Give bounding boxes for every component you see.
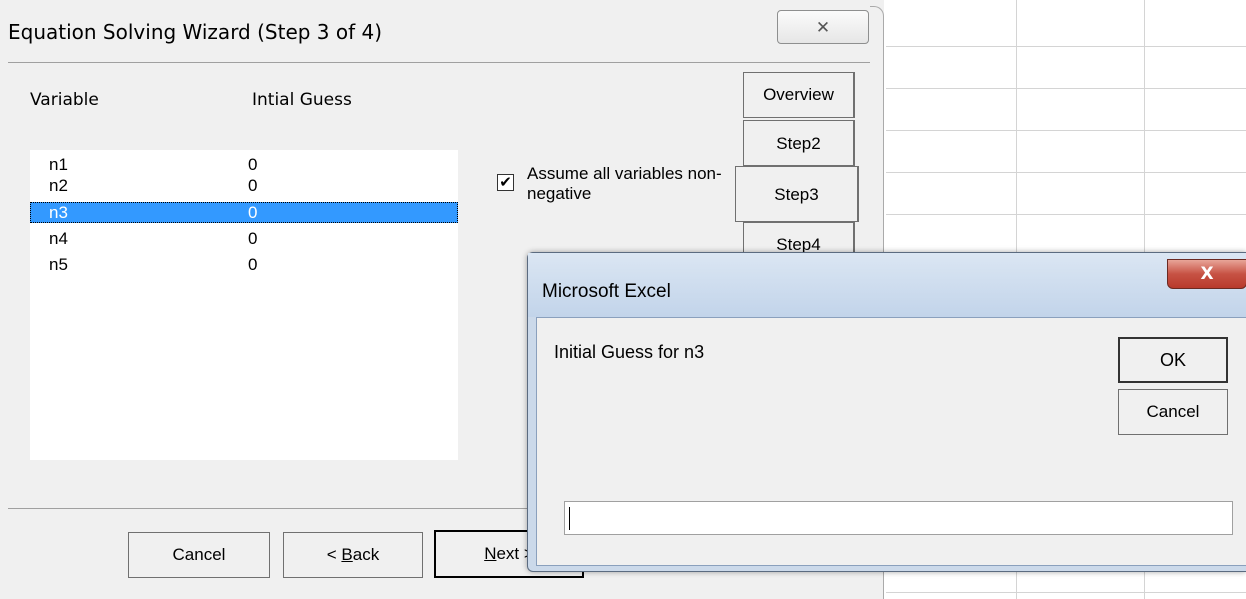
close-icon[interactable]: X xyxy=(1167,259,1246,289)
variable-name: n5 xyxy=(49,255,68,274)
tab-overview[interactable]: Overview xyxy=(743,72,855,118)
inputbox-titlebar[interactable]: Microsoft Excel xyxy=(528,253,1246,317)
variable-name: n4 xyxy=(49,229,68,248)
tab-step3[interactable]: Step3 xyxy=(735,166,859,222)
initial-guess-value: 0 xyxy=(248,229,258,248)
cancel-button[interactable]: Cancel xyxy=(128,532,270,578)
initial-guess-input[interactable] xyxy=(564,501,1233,535)
back-label-prefix: < xyxy=(326,545,342,564)
variable-name: n2 xyxy=(49,176,68,195)
excel-inputbox-dialog: Microsoft Excel X Initial Guess for n3 O… xyxy=(527,252,1246,572)
list-item[interactable]: n2 0 xyxy=(30,175,458,196)
non-negative-checkbox-label: Assume all variables non-negative xyxy=(527,164,722,203)
list-item[interactable]: n1 0 xyxy=(30,154,458,175)
back-label-hotkey: B xyxy=(341,545,353,564)
variable-list[interactable]: n1 0 n2 0 n3 0 n4 0 n5 0 xyxy=(30,150,458,460)
wizard-titlebar[interactable]: Equation Solving Wizard (Step 3 of 4) xyxy=(0,0,884,62)
next-label-hotkey: N xyxy=(484,544,497,563)
initial-guess-value: 0 xyxy=(248,176,258,195)
list-item[interactable]: n4 0 xyxy=(30,228,458,249)
inputbox-prompt: Initial Guess for n3 xyxy=(554,342,705,362)
column-header-initial-guess: Intial Guess xyxy=(252,90,352,110)
text-caret xyxy=(569,507,570,530)
tab-step2[interactable]: Step2 xyxy=(743,120,855,166)
list-item[interactable]: n5 0 xyxy=(30,254,458,275)
close-icon[interactable]: ✕ xyxy=(777,10,869,44)
wizard-title: Equation Solving Wizard (Step 3 of 4) xyxy=(8,20,383,44)
back-button[interactable]: < Back xyxy=(283,532,423,578)
initial-guess-value: 0 xyxy=(248,155,258,174)
ok-button[interactable]: OK xyxy=(1118,337,1228,383)
inputbox-title: Microsoft Excel xyxy=(542,281,671,302)
variable-name: n3 xyxy=(49,203,68,222)
non-negative-checkbox[interactable]: ✔ xyxy=(497,174,514,191)
initial-guess-value: 0 xyxy=(248,203,258,222)
cancel-button[interactable]: Cancel xyxy=(1118,389,1228,435)
list-item-selected[interactable]: n3 0 xyxy=(30,202,458,223)
back-label-rest: ack xyxy=(352,545,380,564)
column-header-variable: Variable xyxy=(30,90,99,110)
initial-guess-value: 0 xyxy=(248,255,258,274)
variable-name: n1 xyxy=(49,155,68,174)
